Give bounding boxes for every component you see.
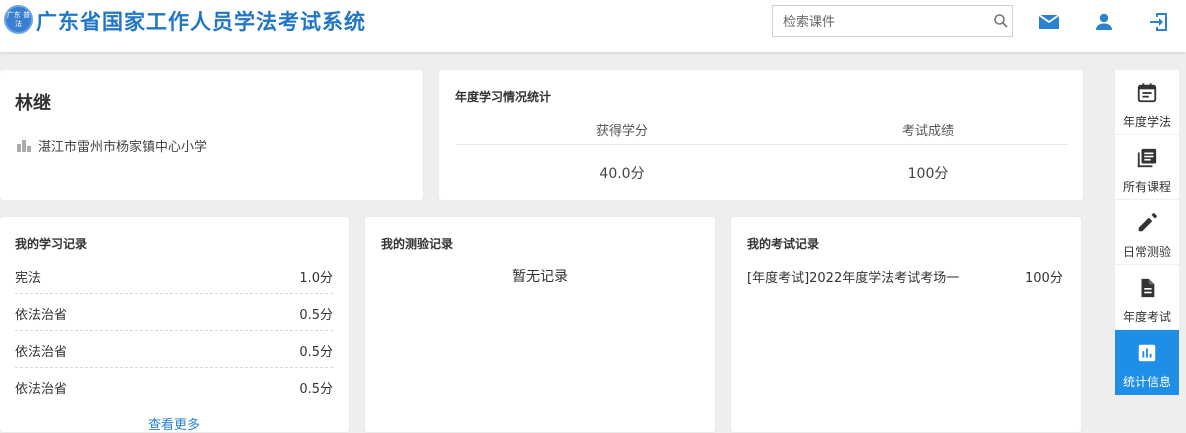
nav-label: 日常测验	[1122, 245, 1171, 259]
study-record-title: 我的学习记录	[15, 237, 88, 251]
list-item[interactable]: 宪法 1.0分	[15, 257, 333, 294]
exam-record-name[interactable]: [年度考试]2022年度学法考试考场一	[747, 267, 959, 286]
annual-stats-title: 年度学习情况统计	[455, 90, 552, 104]
score-label: 考试成绩	[901, 124, 954, 139]
mail-icon[interactable]	[1037, 10, 1061, 34]
nav-label: 年度学法	[1122, 115, 1171, 129]
nav-all-courses[interactable]: 所有课程	[1115, 135, 1179, 200]
user-name: 林继	[15, 93, 51, 114]
chart-icon	[1138, 344, 1156, 362]
exam-record-score: 100分	[1025, 271, 1063, 286]
library-icon	[1137, 148, 1157, 168]
study-course-points: 0.5分	[299, 382, 333, 397]
nav-label: 所有课程	[1122, 180, 1171, 194]
calendar-icon	[1137, 83, 1157, 103]
study-course-points: 0.5分	[299, 308, 333, 323]
building-icon	[17, 139, 31, 152]
organization-name: 湛江市雷州市杨家镇中心小学	[38, 140, 208, 155]
stats-divider	[456, 144, 1068, 145]
study-course-name: 依法治省	[15, 345, 68, 360]
study-course-name: 依法治省	[15, 382, 68, 397]
view-more-link[interactable]: 查看更多	[148, 414, 200, 433]
nav-annual-study[interactable]: 年度学法	[1115, 70, 1179, 135]
list-item[interactable]: 依法治省 0.5分	[15, 331, 333, 368]
study-course-points: 0.5分	[299, 345, 333, 360]
nav-label: 统计信息	[1122, 375, 1171, 389]
search-box[interactable]	[772, 5, 1013, 37]
search-input[interactable]	[781, 12, 985, 32]
list-item[interactable]: 依法治省 0.5分	[15, 368, 333, 405]
nav-statistics[interactable]: 统计信息	[1115, 330, 1179, 395]
empty-state-text: 暂无记录	[512, 269, 568, 285]
user-icon[interactable]	[1092, 10, 1116, 34]
organization-row: 湛江市雷州市杨家镇中心小学	[17, 136, 207, 155]
nav-daily-quiz[interactable]: 日常测验	[1115, 200, 1179, 265]
score-value: 100分	[907, 166, 949, 182]
study-course-name: 宪法	[15, 271, 42, 286]
profile-card	[0, 70, 423, 200]
credits-value: 40.0分	[599, 166, 645, 182]
logo: 广东 普法	[4, 5, 33, 34]
list-item[interactable]: 依法治省 0.5分	[15, 294, 333, 331]
app-title: 广东省国家工作人员学法考试系统	[36, 10, 366, 34]
nav-label: 年度考试	[1122, 310, 1171, 324]
document-icon	[1141, 278, 1155, 298]
logout-icon[interactable]	[1147, 10, 1171, 34]
nav-annual-exam[interactable]: 年度考试	[1115, 265, 1179, 330]
pencil-icon	[1138, 213, 1157, 232]
quiz-record-title: 我的测验记录	[381, 237, 454, 251]
study-course-name: 依法治省	[15, 308, 68, 323]
credits-label: 获得学分	[595, 124, 648, 139]
study-course-points: 1.0分	[299, 271, 333, 286]
exam-record-title: 我的考试记录	[747, 237, 820, 251]
header: 广东 普法 广东省国家工作人员学法考试系统	[0, 0, 1186, 52]
search-icon[interactable]	[993, 13, 1009, 29]
